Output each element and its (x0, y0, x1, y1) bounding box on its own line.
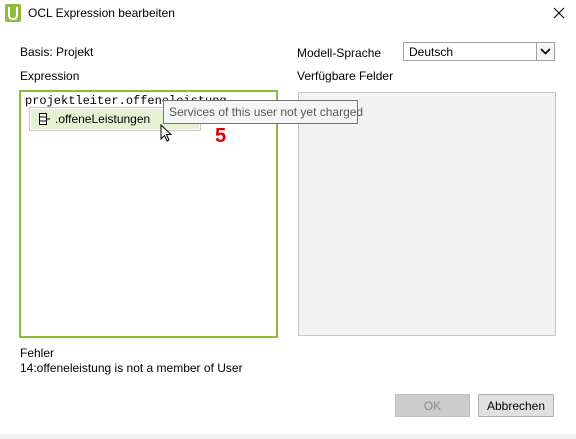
available-fields-label: Verfügbare Felder (297, 69, 394, 83)
cancel-button[interactable]: Abbrechen (478, 394, 554, 417)
close-icon (553, 7, 565, 19)
model-language-label: Modell-Sprache (297, 46, 382, 60)
mouse-cursor-icon (160, 124, 173, 142)
tooltip-text: Services of this user not yet charged (169, 105, 364, 119)
title-bar: OCL Expression bearbeiten (0, 0, 576, 28)
ok-button[interactable]: OK (395, 394, 470, 417)
close-button[interactable] (548, 3, 570, 23)
ok-button-label: OK (423, 399, 442, 413)
autocomplete-item-label: .offeneLeistungen (55, 112, 151, 126)
bottom-edge (0, 434, 576, 439)
model-language-value: Deutsch (409, 45, 454, 59)
window-title: OCL Expression bearbeiten (28, 6, 175, 20)
annotation-marker: 5 (215, 125, 227, 147)
dialog-window: OCL Expression bearbeiten Basis: Projekt… (0, 0, 576, 439)
autocomplete-tooltip: Services of this user not yet charged (163, 100, 363, 124)
model-language-select[interactable]: Deutsch (403, 42, 555, 61)
app-logo-icon (5, 4, 21, 22)
error-message: 14:offeneleistung is not a member of Use… (20, 361, 243, 375)
expression-label: Expression (20, 69, 80, 83)
available-fields-list[interactable] (298, 92, 556, 336)
property-icon (39, 113, 50, 125)
cancel-button-label: Abbrechen (486, 399, 546, 413)
chevron-down-icon (540, 48, 551, 55)
basis-label: Basis: Projekt (20, 45, 94, 59)
dropdown-arrow-button[interactable] (536, 43, 554, 60)
error-title: Fehler (20, 346, 55, 360)
